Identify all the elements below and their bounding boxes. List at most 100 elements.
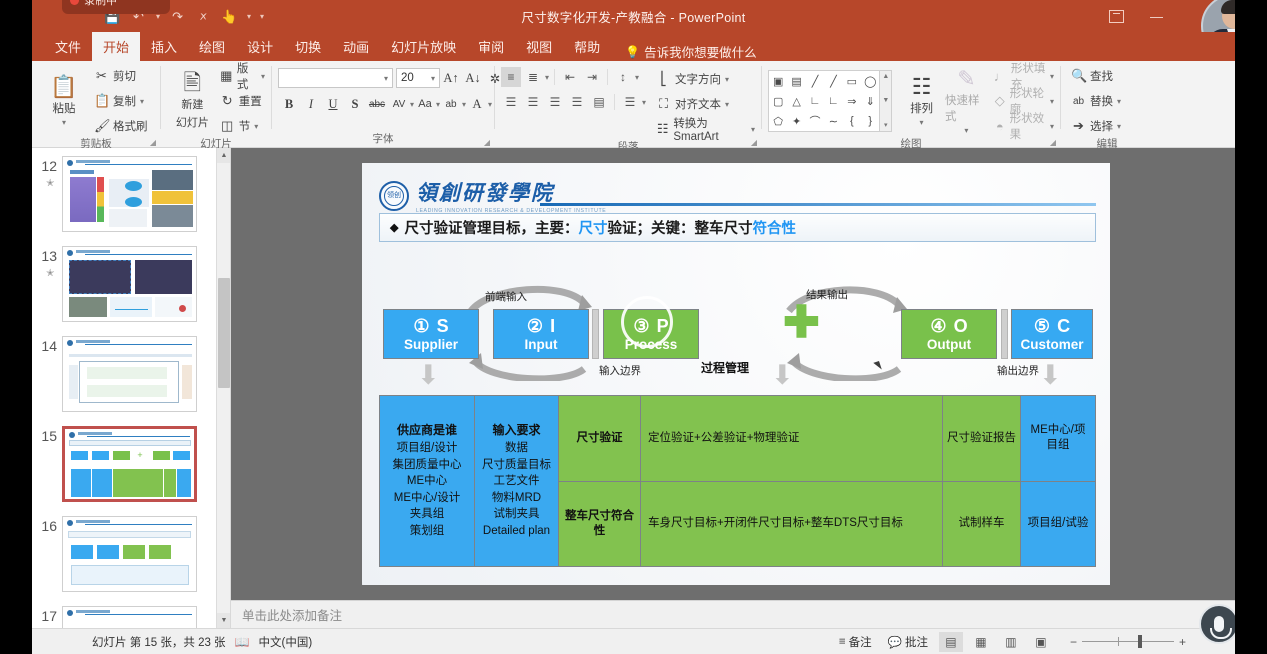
justify-button[interactable]: ☰ — [567, 92, 587, 112]
sipoc-node-supplier[interactable]: ① S Supplier — [383, 309, 479, 359]
thumbnail-preview[interactable] — [62, 516, 197, 592]
thumbnail-preview[interactable] — [62, 336, 197, 412]
tell-me-box[interactable]: 💡 告诉我你想要做什么 — [611, 42, 756, 61]
shape-down-arrow-icon[interactable]: ⇓ — [866, 95, 875, 108]
thumbnail-preview-selected[interactable]: + — [62, 426, 197, 502]
replace-dropdown-icon[interactable]: ▾ — [1117, 97, 1121, 106]
zoom-in-button[interactable]: + — [1174, 635, 1191, 649]
replace-button[interactable]: ab 替换 ▾ — [1071, 89, 1121, 113]
new-slide-button[interactable]: 🖹 新建 幻灯片 — [167, 72, 218, 130]
clipboard-dialog-launcher[interactable]: ◢ — [150, 138, 156, 147]
strikethrough-button[interactable]: abc — [366, 93, 388, 115]
shape-right-brace-icon[interactable]: } — [868, 115, 872, 127]
slide-sorter-view-button[interactable]: ▦ — [969, 632, 993, 652]
shape-rounded-rect-icon[interactable]: ▢ — [773, 95, 783, 108]
align-text-dropdown-icon[interactable]: ▾ — [725, 100, 729, 109]
underline-button[interactable]: U — [322, 93, 344, 115]
scroll-down-icon[interactable]: ▼ — [217, 613, 230, 628]
tab-file[interactable]: 文件 — [44, 32, 92, 61]
shape-textbox-icon[interactable]: ▣ — [773, 75, 783, 88]
shapes-scroll-down-icon[interactable]: ▼ — [882, 97, 889, 104]
arrange-button[interactable]: ☷ 排列 ▾ — [900, 75, 943, 127]
shapes-gallery[interactable]: ▣ ▤ ╱ ╱ ▭ ◯ ▢ △ ∟ ∟ ⇒ ⇓ ⬠ ✦ ⌒ ∼ {} — [768, 70, 881, 132]
zoom-track[interactable] — [1081, 635, 1174, 648]
paragraph-dialog-launcher[interactable]: ◢ — [751, 138, 757, 147]
tab-design[interactable]: 设计 — [236, 32, 284, 61]
tab-animations[interactable]: 动画 — [332, 32, 380, 61]
drawing-dialog-launcher[interactable]: ◢ — [1050, 138, 1056, 147]
font-name-input[interactable]: ▾ — [278, 68, 393, 88]
sipoc-node-customer[interactable]: ⑤ C Customer — [1011, 309, 1093, 359]
shape-left-brace-icon[interactable]: { — [850, 115, 854, 127]
reading-view-button[interactable]: ▥ — [999, 632, 1023, 652]
thumbnail-item-14[interactable]: 14 — [32, 336, 230, 412]
shapes-scroll-up-icon[interactable]: ▲ — [882, 73, 889, 80]
table-column-detail[interactable]: 定位验证+公差验证+物理验证 车身尺寸目标+开闭件尺寸目标+整车DTS尺寸目标 — [641, 396, 943, 566]
text-options-dropdown-icon[interactable]: ▾ — [642, 98, 646, 107]
font-color-button[interactable]: A — [466, 93, 488, 115]
scrollbar-thumb[interactable] — [218, 278, 230, 388]
notes-button[interactable]: ≡ 备注 — [834, 632, 877, 652]
shape-vertical-textbox-icon[interactable]: ▤ — [791, 75, 801, 88]
shapes-more-icon[interactable]: ▾ — [884, 121, 888, 129]
text-options-button[interactable]: ☰ — [620, 92, 640, 112]
slideshow-view-button[interactable]: ▣ — [1029, 632, 1053, 652]
floating-microphone-button[interactable] — [1199, 604, 1239, 644]
shapes-scroll[interactable]: ▲ ▼ ▾ — [880, 70, 893, 132]
select-dropdown-icon[interactable]: ▾ — [1117, 122, 1121, 131]
current-slide[interactable]: 领创 領創研發學院 LEADING INNOVATION RESEARCH & … — [362, 163, 1110, 585]
copy-dropdown-icon[interactable]: ▾ — [140, 97, 144, 106]
shape-outline-dropdown-icon[interactable]: ▾ — [1050, 97, 1054, 106]
shape-elbow-arrow-icon[interactable]: ∟ — [828, 95, 839, 107]
tab-help[interactable]: 帮助 — [563, 32, 611, 61]
font-name-dropdown-icon[interactable]: ▾ — [384, 74, 388, 83]
slide-editing-area[interactable]: 领创 領創研發學院 LEADING INNOVATION RESEARCH & … — [231, 148, 1235, 600]
tab-transitions[interactable]: 切换 — [284, 32, 332, 61]
text-highlight-button[interactable]: ab — [440, 93, 462, 115]
thumbnail-scrollbar[interactable]: ▲ ▼ — [216, 148, 230, 628]
shape-arc-icon[interactable]: ⌒ — [810, 113, 821, 129]
table-column-customer[interactable]: ME中心/项目组 项目组/试验 — [1021, 396, 1095, 566]
sipoc-node-process[interactable]: ③ P Process — [603, 309, 699, 359]
thumbnail-item-16[interactable]: 16 — [32, 516, 230, 592]
text-shadow-button[interactable]: S — [344, 93, 366, 115]
italic-button[interactable]: I — [300, 93, 322, 115]
shape-fill-dropdown-icon[interactable]: ▾ — [1050, 72, 1054, 81]
decrease-indent-button[interactable]: ⇤ — [560, 67, 580, 87]
table-column-supplier[interactable]: 供应商是谁 项目组/设计 集团质量中心 ME中心 ME中心/设计 夹具组 策划组 — [380, 396, 475, 566]
shape-curve-icon[interactable]: ∼ — [829, 115, 838, 128]
shape-pentagon-icon[interactable]: ⬠ — [773, 115, 783, 128]
increase-indent-button[interactable]: ⇥ — [582, 67, 602, 87]
shape-effects-button[interactable]: ◓ 形状效果 ▾ — [994, 113, 1054, 141]
sipoc-node-output[interactable]: ④ O Output — [901, 309, 997, 359]
reset-button[interactable]: ↻ 重置 — [220, 89, 265, 113]
notes-pane[interactable]: 单击此处添加备注 — [231, 600, 1235, 628]
sipoc-diagram[interactable]: ① S Supplier ② I Input ③ P Process ④ O O… — [379, 281, 1096, 389]
bold-button[interactable]: B — [278, 93, 300, 115]
zoom-slider[interactable]: − + — [1065, 635, 1191, 649]
thumbnail-preview[interactable] — [62, 246, 197, 322]
numbering-dropdown-icon[interactable]: ▾ — [545, 73, 549, 82]
paste-dropdown-icon[interactable]: ▾ — [62, 118, 66, 127]
proofing-icon[interactable]: 📖 — [235, 635, 250, 649]
quick-styles-button[interactable]: ✎ 快速样式 ▾ — [945, 67, 988, 135]
font-color-dropdown-icon[interactable]: ▾ — [488, 100, 492, 109]
zoom-out-button[interactable]: − — [1065, 635, 1082, 649]
find-button[interactable]: 🔍 查找 — [1071, 64, 1121, 88]
convert-smartart-button[interactable]: ☷ 转换为 SmartArt ▾ — [656, 117, 755, 143]
table-column-input[interactable]: 输入要求 数据 尺寸质量目标 工艺文件 物料MRD 试制夹具 Detailed … — [475, 396, 559, 566]
align-left-button[interactable]: ☰ — [501, 92, 521, 112]
tab-view[interactable]: 视图 — [515, 32, 563, 61]
table-column-output[interactable]: 尺寸验证报告 试制样车 — [943, 396, 1021, 566]
thumbnail-item-13[interactable]: 13 ✭ — [32, 246, 230, 322]
shape-freeform-icon[interactable]: ✦ — [792, 115, 801, 128]
grow-font-button[interactable]: A↑ — [440, 67, 462, 89]
ribbon-display-options-icon[interactable] — [1109, 9, 1124, 23]
arrange-dropdown-icon[interactable]: ▾ — [920, 118, 924, 127]
zoom-handle[interactable] — [1137, 635, 1142, 648]
section-button[interactable]: ◫ 节 ▾ — [220, 114, 265, 138]
copy-button[interactable]: 📋 复制 ▾ — [94, 89, 148, 113]
font-size-input[interactable]: 20 ▾ — [396, 68, 440, 88]
comments-button[interactable]: 💬 批注 — [883, 632, 933, 652]
bullets-button[interactable]: ≡ — [501, 67, 521, 87]
